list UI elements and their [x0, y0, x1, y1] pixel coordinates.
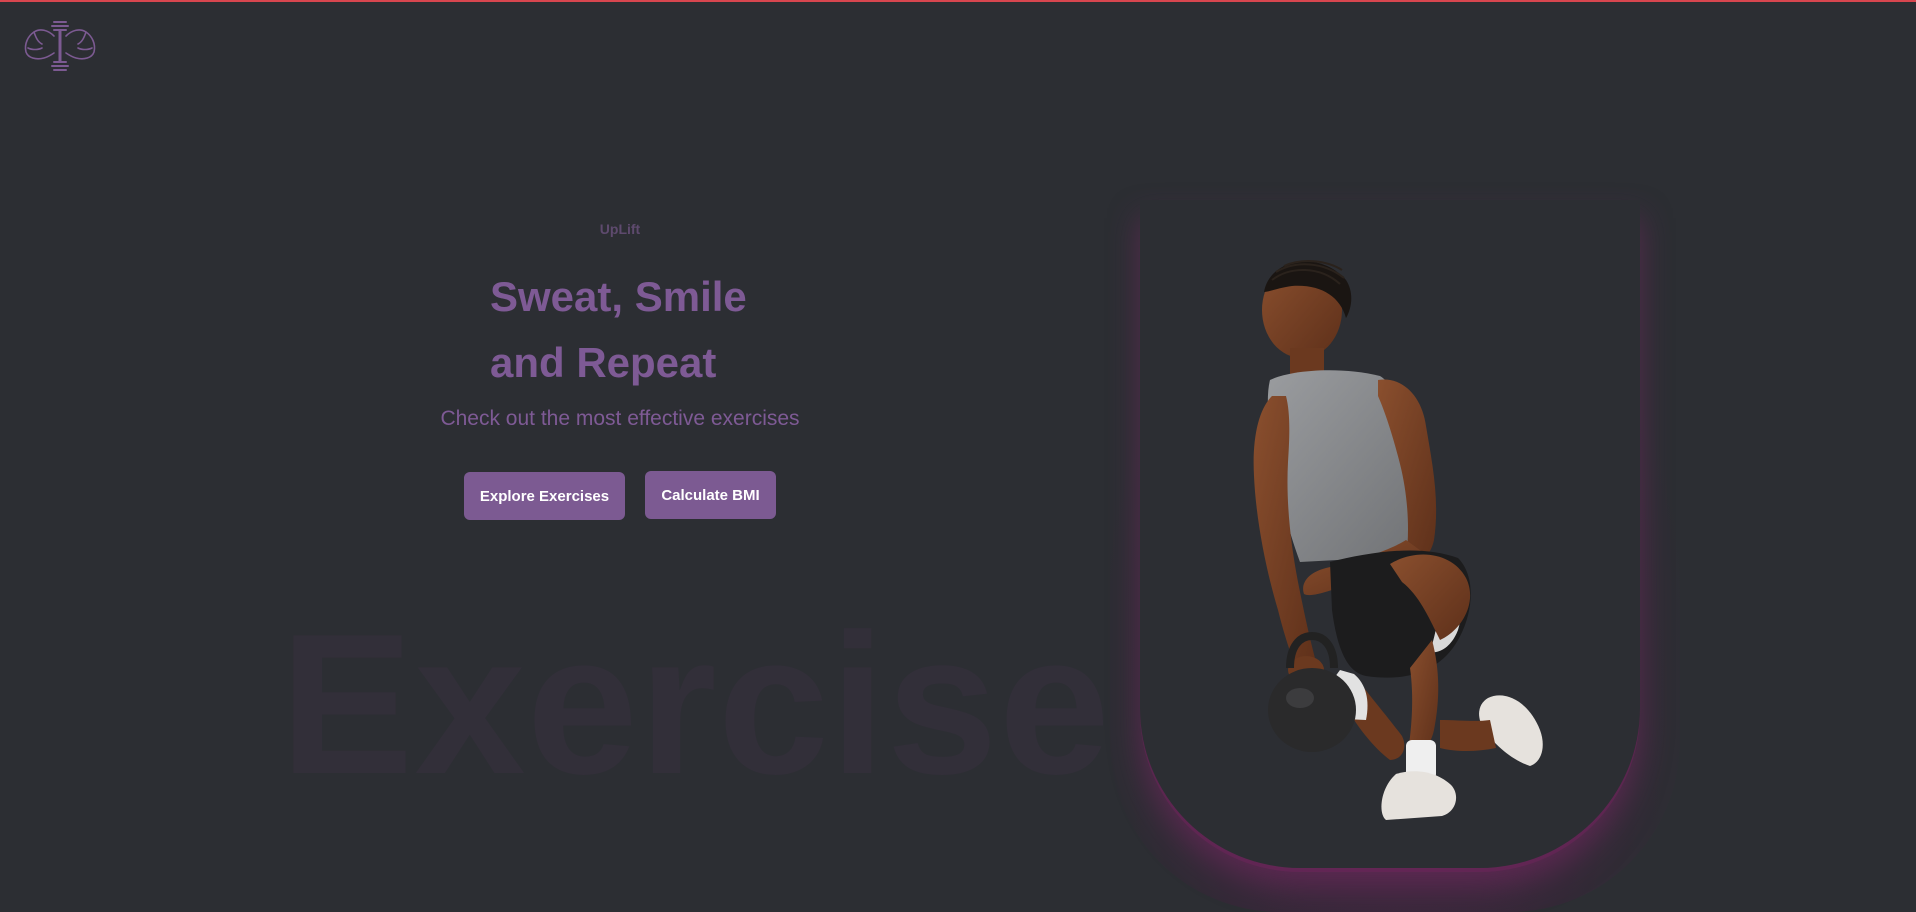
headline-line-2: and Repeat [490, 339, 717, 386]
hero-image-frame [1140, 200, 1640, 868]
hero-headline: Sweat, Smile and Repeat [490, 264, 810, 396]
explore-exercises-button[interactable]: Explore Exercises [464, 472, 625, 520]
brand-name: UpLift [599, 221, 641, 237]
hero-subtitle: Check out the most effective exercises [440, 407, 800, 430]
exercise-watermark: Exercise [280, 593, 1111, 816]
athlete-image [1253, 260, 1543, 820]
hero-visual [1110, 200, 1680, 912]
calculate-bmi-button[interactable]: Calculate BMI [645, 471, 776, 519]
hero-section: Exercise UpLift Sweat, Smile and Repeat … [0, 0, 1240, 912]
page: Exercise UpLift Sweat, Smile and Repeat … [0, 0, 1916, 912]
headline-line-1: Sweat, Smile [490, 273, 747, 320]
